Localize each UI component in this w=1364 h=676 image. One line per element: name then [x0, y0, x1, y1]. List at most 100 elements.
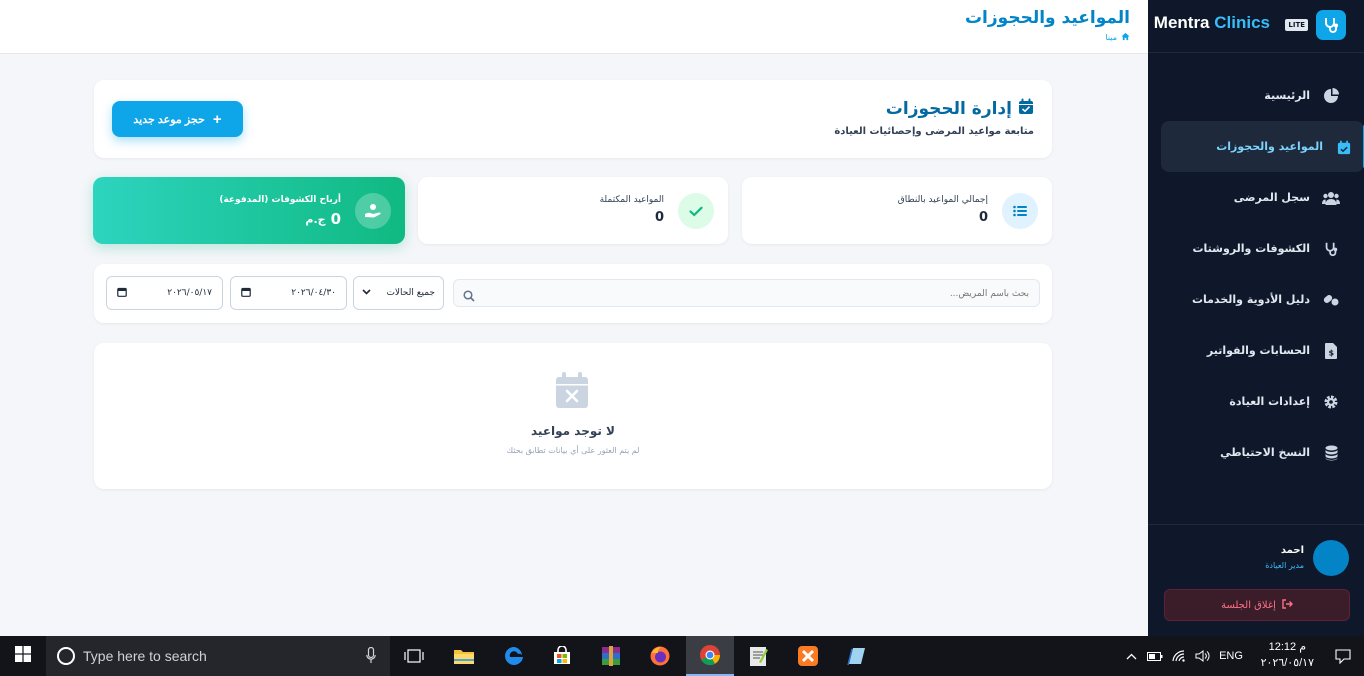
- sidebar-item-patients[interactable]: سجل المرضى: [1148, 172, 1364, 223]
- calendar-x-icon: [555, 371, 589, 413]
- taskbar-search[interactable]: Type here to search: [46, 636, 390, 676]
- stethoscope-logo-icon: [1316, 10, 1346, 40]
- chrome-icon[interactable]: [686, 636, 734, 676]
- winrar-icon[interactable]: [587, 636, 635, 676]
- divider: [1148, 52, 1364, 53]
- sidebar-item-label: المواعيد والحجوزات: [1216, 140, 1323, 153]
- sidebar-item-label: دليل الأدوية والخدمات: [1191, 293, 1310, 306]
- task-view-icon[interactable]: [390, 636, 438, 676]
- store-icon[interactable]: [538, 636, 586, 676]
- sidebar-item-label: الكشوفات والروشتات: [1192, 242, 1310, 255]
- chevron-down-icon: [362, 288, 371, 298]
- database-icon: [1322, 444, 1340, 462]
- sidebar-item-backup[interactable]: النسخ الاحتياطي: [1148, 427, 1364, 478]
- notes-app-icon[interactable]: [832, 636, 880, 676]
- list-icon: [1002, 193, 1038, 229]
- brand-name-accent: Clinics: [1214, 13, 1270, 32]
- calendar-icon: [241, 287, 251, 300]
- revenue-amount: 0: [330, 210, 341, 228]
- stat-label: المواعيد المكتملة: [599, 195, 664, 205]
- stat-value: 0 ج.م: [305, 210, 341, 228]
- cortana-icon: [57, 647, 75, 665]
- calendar-check-icon: [1335, 138, 1353, 156]
- new-appointment-label: حجز موعد جديد: [133, 113, 205, 126]
- sidebar-item-label: النسخ الاحتياطي: [1220, 446, 1310, 459]
- sidebar-item-examinations[interactable]: الكشوفات والروشتات: [1148, 223, 1364, 274]
- gear-icon: [1322, 393, 1340, 411]
- page-header-card: إدارة الحجوزات متابعة مواعيد المرضى وإحص…: [94, 80, 1052, 158]
- sidebar-item-label: الحسابات والفواتير: [1206, 344, 1310, 357]
- new-appointment-button[interactable]: حجز موعد جديد +: [112, 101, 243, 137]
- avatar[interactable]: [1313, 540, 1349, 576]
- windows-logo-icon: [15, 646, 31, 666]
- users-icon: [1322, 189, 1340, 207]
- microphone-icon[interactable]: [366, 646, 376, 668]
- sidebar-item-label: سجل المرضى: [1233, 191, 1310, 204]
- topbar: المواعيد والحجوزات مينا: [0, 0, 1148, 54]
- clock-date: ٢٠٢٦/٠٥/١٧: [1260, 657, 1314, 669]
- patient-search[interactable]: [453, 279, 1040, 307]
- stat-value: 0: [978, 210, 988, 225]
- sidebar-item-home[interactable]: الرئيسية: [1148, 70, 1364, 121]
- stat-value: 0: [654, 210, 664, 225]
- stat-label: إجمالي المواعيد بالنطاق: [897, 195, 988, 205]
- firefox-icon[interactable]: [636, 636, 684, 676]
- user-name: احمد: [1280, 545, 1304, 556]
- start-button[interactable]: [0, 636, 46, 676]
- wifi-icon[interactable]: [1168, 636, 1190, 676]
- user-role: مدير العيادة: [1265, 561, 1304, 570]
- sidebar-item-settings[interactable]: إعدادات العيادة: [1148, 376, 1364, 427]
- calendar-icon: [117, 287, 127, 300]
- search-icon: [463, 287, 475, 306]
- taskbar-clock[interactable]: 12:12 م ٢٠٢٦/٠٥/١٧: [1261, 639, 1314, 671]
- check-icon: [678, 193, 714, 229]
- status-select[interactable]: جميع الحالات: [353, 276, 444, 310]
- sidebar-item-appointments[interactable]: المواعيد والحجوزات: [1161, 121, 1364, 172]
- language-indicator[interactable]: ENG: [1216, 636, 1246, 676]
- home-icon: [1121, 32, 1130, 43]
- date-from-input[interactable]: ٢٠٢٦/٠٤/٣٠: [230, 276, 347, 310]
- logout-button[interactable]: إغلاق الجلسة: [1164, 589, 1350, 621]
- brand-tag: LITE: [1285, 19, 1308, 31]
- svg-text:$: $: [1329, 349, 1335, 358]
- volume-icon[interactable]: [1192, 636, 1214, 676]
- sidebar-item-medicines[interactable]: دليل الأدوية والخدمات: [1148, 274, 1364, 325]
- brand-name-main: Mentra: [1153, 13, 1210, 32]
- status-select-value: جميع الحالات: [386, 288, 435, 298]
- sidebar-item-billing[interactable]: الحسابات والفواتير $: [1148, 325, 1364, 376]
- brand-name: Mentra Clinics: [1154, 13, 1270, 33]
- date-to-value: ٢٠٢٦/٠٥/١٧: [167, 288, 212, 298]
- empty-state-title: لا توجد مواعيد: [531, 424, 615, 438]
- chevron-up-icon[interactable]: [1120, 636, 1142, 676]
- date-to-input[interactable]: ٢٠٢٦/٠٥/١٧: [106, 276, 223, 310]
- breadcrumb-label[interactable]: مينا: [1105, 33, 1117, 42]
- edge-browser-icon[interactable]: [490, 636, 538, 676]
- calendar-check-icon: [1018, 98, 1034, 120]
- sidebar-item-label: الرئيسية: [1264, 89, 1310, 102]
- brand[interactable]: LITE Mentra Clinics: [1154, 9, 1348, 40]
- notifications-icon[interactable]: [1332, 636, 1354, 676]
- section-title-text: إدارة الحجوزات: [885, 99, 1012, 119]
- logout-label: إغلاق الجلسة: [1221, 599, 1276, 611]
- section-title: إدارة الحجوزات: [886, 98, 1034, 120]
- stethoscope-icon: [1322, 240, 1340, 258]
- sidebar-nav: الرئيسية المواعيد والحجوزات سجل المرضى ا…: [1148, 70, 1364, 478]
- file-explorer-icon[interactable]: [440, 636, 488, 676]
- windows-taskbar: Type here to search ENG 12:12 م ٢٠٢٦/٠٥/…: [0, 636, 1364, 676]
- logout-icon: [1282, 598, 1293, 612]
- clock-time: 12:12 م: [1268, 641, 1306, 653]
- battery-icon[interactable]: [1144, 636, 1166, 676]
- sidebar-item-label: إعدادات العيادة: [1229, 395, 1310, 408]
- empty-state-subtitle: لم يتم العثور على أي بيانات تطابق بحثك: [506, 446, 640, 455]
- notepad-plus-icon[interactable]: [734, 636, 782, 676]
- divider: [1148, 524, 1364, 525]
- patient-search-input[interactable]: [484, 284, 1029, 304]
- breadcrumb[interactable]: مينا: [1105, 32, 1130, 43]
- taskbar-search-placeholder: Type here to search: [83, 648, 207, 664]
- date-from-value: ٢٠٢٦/٠٤/٣٠: [291, 288, 336, 298]
- pills-icon: [1322, 291, 1340, 309]
- empty-state-card: لا توجد مواعيد لم يتم العثور على أي بيان…: [94, 343, 1052, 489]
- page-title: المواعيد والحجوزات: [964, 8, 1130, 28]
- hand-money-icon: [355, 193, 391, 229]
- xampp-icon[interactable]: [784, 636, 832, 676]
